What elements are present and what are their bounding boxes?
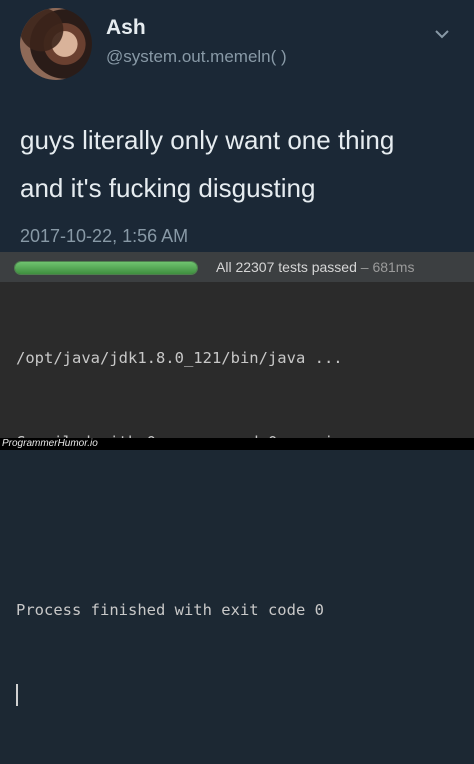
test-status-separator: – bbox=[360, 259, 369, 275]
watermark: ProgrammerHumor.io bbox=[2, 438, 98, 449]
test-status-text: All 22307 tests passed bbox=[216, 259, 357, 275]
console-line: /opt/java/jdk1.8.0_121/bin/java ... bbox=[16, 349, 343, 367]
watermark-bar: ProgrammerHumor.io bbox=[0, 438, 474, 450]
tweet-text-line: and it's fucking disgusting bbox=[20, 173, 316, 203]
avatar[interactable] bbox=[20, 8, 92, 80]
tweet-text-line: guys literally only want one thing bbox=[20, 125, 395, 155]
user-handle[interactable]: @system.out.memeln( ) bbox=[106, 47, 287, 67]
tweet-text: guys literally only want one thing and i… bbox=[20, 116, 460, 212]
test-duration: 681ms bbox=[372, 259, 415, 275]
console-prompt bbox=[16, 680, 464, 708]
console-output[interactable]: /opt/java/jdk1.8.0_121/bin/java ... Comp… bbox=[16, 288, 464, 764]
text-cursor bbox=[16, 683, 18, 706]
tweet-card: Ash @system.out.memeln( ) guys literally… bbox=[0, 0, 474, 252]
tweet-timestamp[interactable]: 2017-10-22, 1:56 AM bbox=[20, 226, 188, 247]
test-progress-bar bbox=[14, 261, 198, 275]
chevron-down-icon[interactable] bbox=[434, 26, 450, 42]
test-progress-fill bbox=[15, 262, 197, 274]
ide-run-panel: All 22307 tests passed – 681ms /opt/java… bbox=[0, 252, 474, 706]
display-name[interactable]: Ash bbox=[106, 16, 146, 40]
test-results-bar: All 22307 tests passed – 681ms bbox=[0, 252, 474, 283]
test-status: All 22307 tests passed – 681ms bbox=[216, 259, 414, 275]
console-line: Process finished with exit code 0 bbox=[16, 601, 324, 619]
